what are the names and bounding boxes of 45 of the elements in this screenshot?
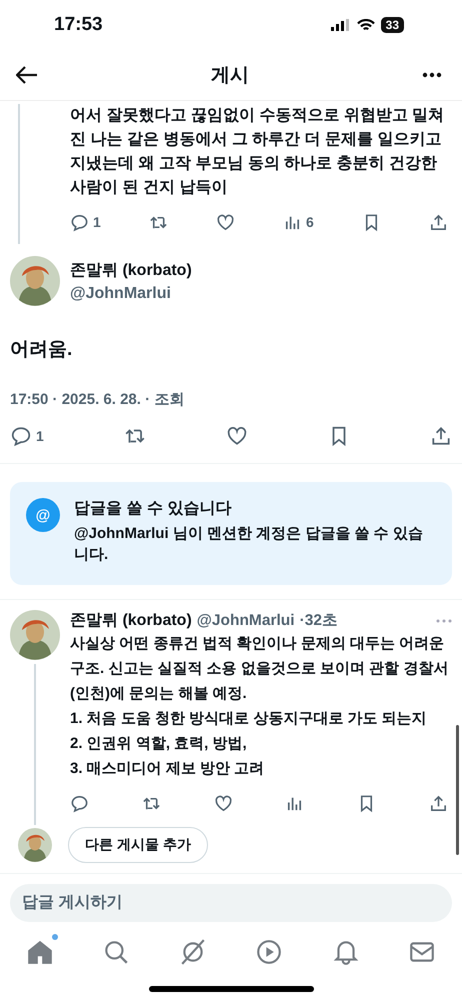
post-text: 1. 처음 도움 청한 방식대로 상동지구대로 가도 되는지 [70, 709, 428, 729]
reply-count[interactable]: 1 [70, 212, 101, 232]
avatar [10, 610, 60, 660]
post-text: 사실상 어떤 종류건 법적 확인이나 문제의 대두는 어려운 구조. 신고는 실질적 소용 없을것으로 보이며 관할 경찰서(인천)에 문의는 해볼 예정. [70, 634, 450, 704]
post-timestamp: 17:50 · 2025. 6. 28. · 조회 [10, 390, 186, 409]
add-post-button[interactable]: 다른 게시물 추가 [68, 827, 208, 863]
reply-icon [10, 425, 32, 447]
author-handle[interactable]: @JohnMarlui [70, 284, 192, 302]
post-text: 2. 인권위 역할, 효력, 방법, [70, 734, 248, 754]
post-text: 어려움. [10, 338, 74, 362]
author-name[interactable]: 존말뤼 (korbato) [70, 610, 192, 631]
page-title: 게시 [211, 64, 249, 88]
reply-input-field[interactable]: 답글 게시하기 [10, 884, 452, 922]
like-icon[interactable] [226, 425, 248, 447]
notice-title: 답글을 쓸 수 있습니다 [74, 499, 232, 519]
avatar [18, 828, 52, 862]
more-icon[interactable] [422, 72, 442, 78]
avatar [10, 256, 60, 306]
back-arrow-icon[interactable] [16, 66, 38, 84]
view-count[interactable]: 6 [283, 212, 314, 232]
battery-level: 33 [380, 17, 404, 33]
reply-icon[interactable] [70, 794, 89, 812]
post-text: 3. 매스미디어 제보 방안 고려 [70, 759, 266, 779]
status-time: 17:53 [54, 14, 103, 36]
slashed-circle-icon[interactable] [178, 938, 207, 966]
bell-icon[interactable] [332, 938, 360, 966]
author-handle[interactable]: @JohnMarlui [196, 612, 295, 630]
reply-icon [70, 212, 89, 232]
mention-badge: @ [26, 498, 60, 532]
like-icon[interactable] [214, 794, 233, 812]
home-icon[interactable] [26, 938, 54, 966]
notification-dot [52, 934, 58, 940]
wifi-icon [356, 18, 375, 32]
post-text: 어서 잘못했다고 끊임없이 수동적으로 위협받고 밀쳐진 나는 같은 병동에서 그 하루간 더 문제를 일으키고 지냈는데 왜 고작 부모님 동의 하나로 충분히 건강한 사람이 된 건지 납득이 [70, 106, 446, 198]
post-time: ·32초 [300, 611, 338, 631]
share-icon[interactable] [430, 425, 452, 447]
share-icon[interactable] [428, 794, 448, 812]
like-icon[interactable] [216, 212, 235, 232]
signal-icon [330, 19, 351, 31]
author-name[interactable]: 존말뤼 (korbato) [70, 260, 192, 280]
share-icon[interactable] [428, 212, 448, 232]
notice-text: @JohnMarlui 님이 멘션한 계정은 답글을 쓸 수 있습니다. [74, 524, 424, 565]
play-icon[interactable] [255, 938, 284, 966]
search-icon[interactable] [102, 938, 130, 966]
reply-count[interactable]: 1 [10, 425, 44, 447]
